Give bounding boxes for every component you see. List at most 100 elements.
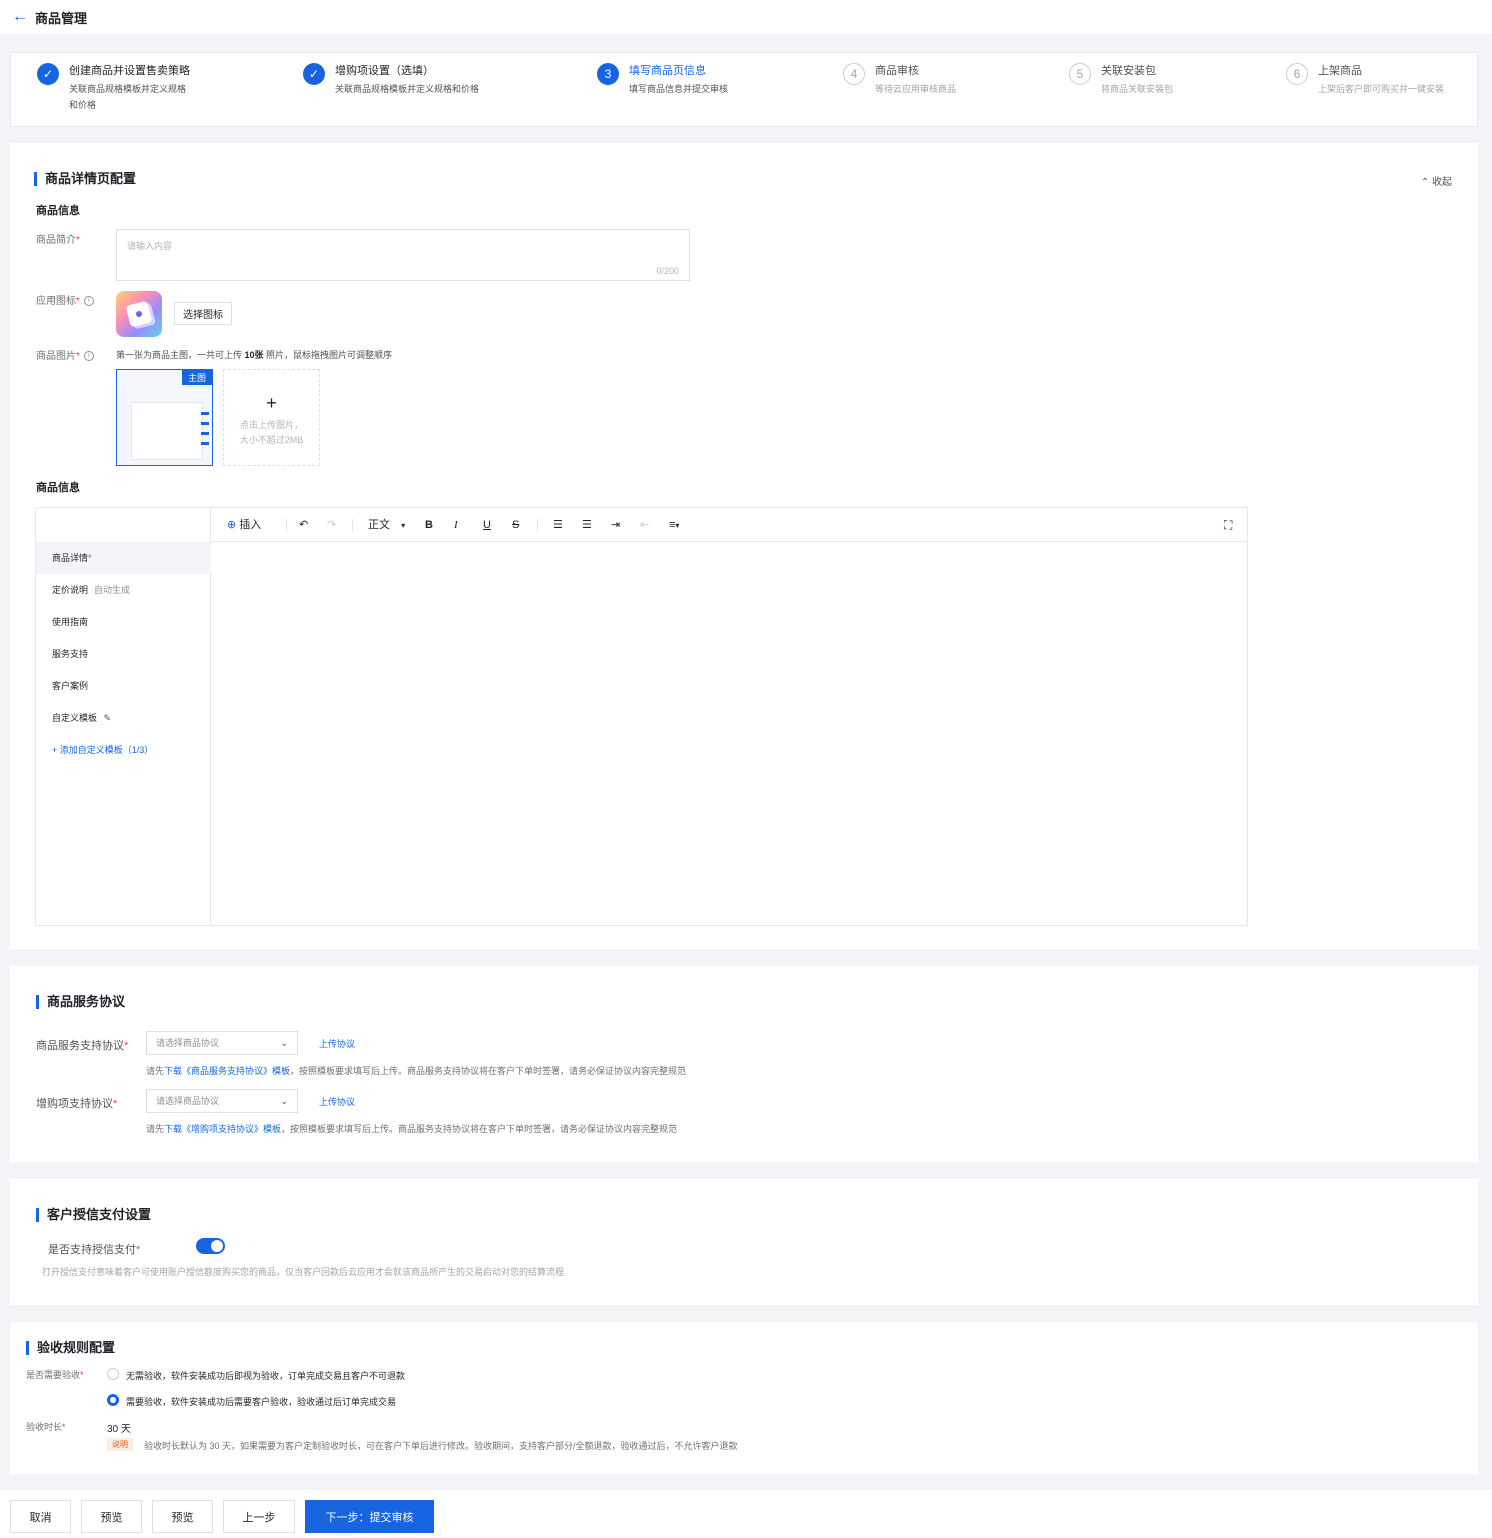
step-5-desc: 将商品关联安装包 <box>1101 84 1174 94</box>
info-icon[interactable]: i <box>83 296 94 307</box>
preview-button-1[interactable]: 预览 <box>81 1500 142 1533</box>
credit-toggle[interactable] <box>196 1238 225 1254</box>
footer-bar: 取消 预览 预览 上一步 下一步：提交审核 <box>0 1490 1492 1538</box>
service-agreement-note: 请先下载《商品服务支持协议》模板，按照模板要求填写后上传。商品服务支持协议将在客… <box>146 1064 686 1077</box>
section-title: 商品详情页配置 <box>34 172 136 186</box>
insert-button[interactable]: ⊕ 插入 <box>227 518 261 532</box>
toolbar-divider <box>352 519 353 531</box>
no-acceptance-label: 无需验收，软件安装成功后即视为验收，订单完成交易且客户不可退款 <box>126 1371 406 1381</box>
section-title: 验收规则配置 <box>26 1341 115 1355</box>
sidebar-item-custom[interactable]: 自定义模板 ✎ <box>36 702 211 734</box>
step-5: 5 关联安装包 将商品关联安装包 <box>1069 63 1173 97</box>
sidebar-item-label: 定价说明 <box>52 585 89 595</box>
pic-hint-num: 10张 <box>244 350 264 360</box>
choose-icon-button[interactable]: 选择图标 <box>174 302 232 325</box>
service-agreement-select[interactable]: 请选择商品协议 ⌄ <box>146 1031 298 1055</box>
addon-agreement-note: 请先下载《增购项支持协议》模板，按照模板要求填写后上传。商品服务支持协议将在客户… <box>146 1122 677 1135</box>
upload-image-button[interactable]: + 点击上传图片， 大小不超过2MB <box>223 369 320 466</box>
intro-counter: 0/200 <box>656 266 679 276</box>
thumbnail-bar <box>201 432 209 435</box>
step-4-desc: 等待云应用审核商品 <box>875 84 957 94</box>
duration-label-text: 验收时长 <box>26 1422 63 1432</box>
sidebar-item-detail[interactable]: 商品详情* <box>36 542 211 574</box>
duration-note: 验收时长默认为 30 天，如果需要为客户定制验收时长，可在客户下单后进行修改。验… <box>144 1441 738 1451</box>
sidebar-item-label: 自定义模板 <box>52 713 98 723</box>
step-3-number: 3 <box>597 63 619 85</box>
strikethrough-icon[interactable]: S <box>512 518 519 532</box>
download-addon-template-link[interactable]: 下载《增购项支持协议》模板 <box>164 1124 281 1134</box>
rich-text-editor: ⊕ 插入 ↶ ↷ 正文 ▾ B I U S ☰ ☰ ⇥ ⇤ ≡▾ ⛶ 商品详情*… <box>35 507 1248 926</box>
detail-config-section: 商品详情页配置 ⌃ 收起 商品信息 商品简介* 请输入内容 0/200 应用图标… <box>10 143 1478 949</box>
step-6-desc: 上架后客户即可购买并一键安装 <box>1318 84 1445 94</box>
sidebar-item-guide[interactable]: 使用指南 <box>36 606 211 638</box>
intro-textarea[interactable]: 请输入内容 0/200 <box>116 229 690 281</box>
sidebar-item-support[interactable]: 服务支持 <box>36 638 211 670</box>
section-title: 商品服务协议 <box>36 995 125 1009</box>
pic-hint-pre: 第一张为商品主图，一共可上传 <box>116 350 245 360</box>
preview-button-2[interactable]: 预览 <box>152 1500 213 1533</box>
redo-icon[interactable]: ↷ <box>327 518 336 532</box>
text-style-select[interactable]: 正文 ▾ <box>368 518 405 533</box>
select-placeholder: 请选择商品协议 <box>156 1096 220 1106</box>
arrow-left-icon[interactable]: ← <box>12 9 28 25</box>
top-bar: ← 商品管理 <box>0 0 1492 34</box>
note-post: ，按照模板要求填写后上传。商品服务支持协议将在客户下单时签署，请务必保证协议内容… <box>290 1066 687 1076</box>
sidebar-item-cases[interactable]: 客户案例 <box>36 670 211 702</box>
upload-service-agreement-link[interactable]: 上传协议 <box>319 1037 355 1050</box>
section-title: 客户授信支付设置 <box>36 1208 151 1222</box>
next-step-button[interactable]: 下一步：提交审核 <box>305 1500 434 1533</box>
upload-addon-agreement-link[interactable]: 上传协议 <box>319 1095 355 1108</box>
thumbnail-bar <box>201 442 209 445</box>
addon-agreement-select[interactable]: 请选择商品协议 ⌄ <box>146 1089 298 1113</box>
thumbnail-bar <box>201 412 209 415</box>
sidebar-item-pricing[interactable]: 定价说明 自动生成 <box>36 574 211 606</box>
intro-placeholder: 请输入内容 <box>127 241 173 251</box>
collapse-button[interactable]: ⌃ 收起 <box>1421 173 1452 188</box>
undo-icon[interactable]: ↶ <box>299 518 308 532</box>
pic-label-text: 商品图片 <box>36 351 76 362</box>
info-icon[interactable]: i <box>83 351 94 362</box>
need-acceptance-label-text: 是否需要验收 <box>26 1370 81 1380</box>
need-acceptance-option-label: 需要验收，软件安装成功后需要客户验收，验收通过后订单完成交易 <box>126 1397 397 1407</box>
step-3-desc: 填写商品信息并提交审核 <box>629 84 729 94</box>
note-badge: 说明 <box>107 1438 133 1451</box>
collapse-label: 收起 <box>1432 177 1452 188</box>
sidebar-item-label: 服务支持 <box>52 649 89 659</box>
editor-toolbar: ⊕ 插入 ↶ ↷ 正文 ▾ B I U S ☰ ☰ ⇥ ⇤ ≡▾ ⛶ <box>211 508 1247 542</box>
upload-hint-line2: 大小不超过2MB <box>239 435 304 445</box>
italic-icon[interactable]: I <box>454 518 458 532</box>
step-2-name: 增购项设置（选填） <box>335 65 434 77</box>
need-acceptance-radio[interactable] <box>107 1394 119 1406</box>
chevron-down-icon: ⌄ <box>280 1096 288 1106</box>
upload-hint: 点击上传图片， 大小不超过2MB <box>224 418 319 448</box>
indent-icon[interactable]: ⇥ <box>611 518 620 532</box>
sidebar-item-label: 客户案例 <box>52 681 89 691</box>
bold-icon[interactable]: B <box>425 518 433 532</box>
edit-pencil-icon[interactable]: ✎ <box>104 713 112 723</box>
add-template-button[interactable]: + 添加自定义模板（1/3） <box>36 734 211 766</box>
bullet-list-icon[interactable]: ☰ <box>553 518 563 532</box>
cancel-button[interactable]: 取消 <box>10 1500 71 1533</box>
step-2-desc: 关联商品规格模板并定义规格和价格 <box>335 84 480 94</box>
need-acceptance-label: 是否需要验收* <box>26 1370 84 1380</box>
icon-label: 应用图标* i <box>36 292 94 307</box>
chevron-down-icon: ⌄ <box>280 1038 288 1048</box>
align-icon[interactable]: ≡▾ <box>669 518 679 533</box>
download-service-template-link[interactable]: 下载《商品服务支持协议》模板 <box>164 1066 290 1076</box>
app-icon-preview <box>116 291 162 337</box>
fullscreen-icon[interactable]: ⛶ <box>1224 518 1232 532</box>
plus-icon: + <box>266 393 277 413</box>
underline-icon[interactable]: U <box>483 518 491 532</box>
ordered-list-icon[interactable]: ☰ <box>582 518 592 532</box>
thumbnail-screenshot <box>131 402 203 460</box>
note-pre: 请先 <box>146 1124 165 1134</box>
select-placeholder: 请选择商品协议 <box>156 1038 220 1048</box>
no-acceptance-radio[interactable] <box>107 1368 119 1380</box>
app-logo-icon <box>125 300 153 328</box>
intro-label-text: 商品简介 <box>36 235 76 246</box>
outdent-icon[interactable]: ⇤ <box>640 518 649 532</box>
main-image-thumbnail[interactable]: 主图 <box>116 369 213 466</box>
page-title: 商品管理 <box>35 10 88 26</box>
agreement-section: 商品服务协议 商品服务支持协议* 请选择商品协议 ⌄ 上传协议 请先下载《商品服务… <box>10 966 1478 1162</box>
prev-step-button[interactable]: 上一步 <box>223 1500 295 1533</box>
